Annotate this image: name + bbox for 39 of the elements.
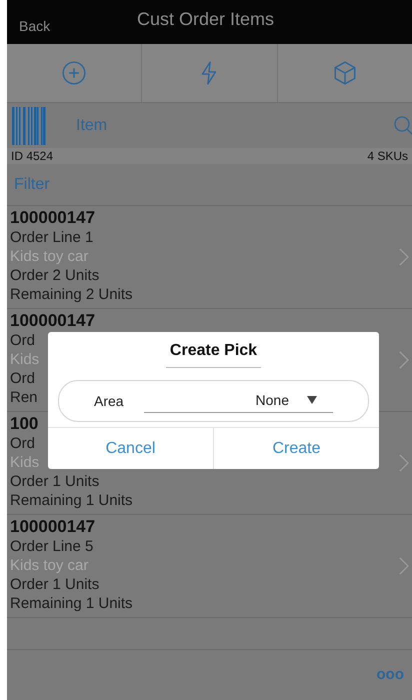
order-line: Ord [10, 331, 36, 350]
item-id: ID 4524 [11, 148, 54, 165]
ordered-units: Order 2 Units [10, 266, 100, 285]
back-button[interactable]: Back [19, 16, 50, 36]
add-icon [61, 60, 88, 86]
ordered-units: Order 1 Units [10, 472, 100, 491]
order-line: Ord [10, 434, 36, 453]
remaining-units: Remaining 1 Units [10, 594, 133, 613]
screen-title: Cust Order Items [137, 8, 274, 31]
chevron-icon [399, 454, 409, 472]
field-value: None [256, 390, 289, 410]
dialog-button[interactable]: Cancel [48, 428, 213, 469]
barcode-icon [12, 106, 46, 144]
remaining-units: Ren [10, 388, 38, 407]
order-line: Order Line 1 [10, 228, 94, 247]
ordered-units: Order 1 Units [10, 575, 100, 594]
chevron-icon [399, 557, 409, 575]
item-number: 100000147 [10, 207, 96, 228]
item-number: 100000147 [10, 310, 96, 331]
remaining-units: Remaining 2 Units [10, 285, 133, 304]
dialog-button[interactable]: Create [213, 428, 379, 469]
order-line: Order Line 5 [10, 537, 94, 556]
toolbar-button[interactable] [141, 44, 277, 102]
dropdown-caret-icon [307, 396, 317, 404]
sku-count: 4 SKUs [367, 148, 408, 165]
search-icon[interactable] [392, 114, 412, 138]
ordered-units: Ord [10, 369, 36, 388]
toolbar-button[interactable] [276, 44, 412, 102]
item-number: 100 [10, 413, 38, 434]
field-label: Area [94, 392, 124, 410]
area-field[interactable]: Area None [58, 380, 369, 422]
chevron-icon [399, 351, 409, 369]
chevron-icon [399, 248, 409, 266]
toolbar-button[interactable] [7, 44, 142, 102]
item-number: 100000147 [10, 516, 96, 537]
dialog-title: Create Pick [166, 339, 262, 368]
item-label: Item [76, 116, 108, 136]
cube-icon [332, 60, 358, 86]
remaining-units: Remaining 1 Units [10, 491, 133, 510]
